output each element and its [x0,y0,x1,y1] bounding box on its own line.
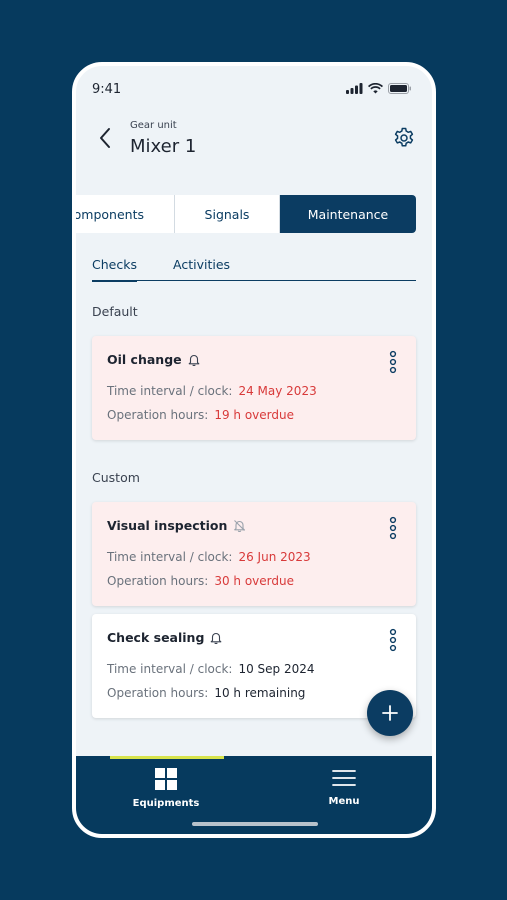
operation-hours-row: Operation hours: 19 h overdue [107,408,294,422]
subtab-activities[interactable]: Activities [173,257,230,272]
bell-icon [211,632,222,644]
gear-icon[interactable] [392,126,416,150]
operation-hours-row: Operation hours: 30 h overdue [107,574,294,588]
subtab-checks[interactable]: Checks [92,257,137,282]
battery-icon [388,83,411,94]
check-card-check-sealing[interactable]: Check sealing Time interval / clock: 10 … [92,614,416,718]
nav-menu[interactable]: Menu [284,768,404,807]
section-default-heading: Default [92,304,138,319]
bell-icon [188,354,199,366]
tab-signals[interactable]: Signals [175,195,280,233]
nav-menu-label: Menu [328,796,360,807]
status-bar: 9:41 [76,66,432,114]
more-options-icon[interactable] [388,516,398,540]
time-interval-value: 26 Jun 2023 [238,550,311,564]
bell-off-icon [234,520,246,532]
more-options-icon[interactable] [388,628,398,652]
check-card-oil-change[interactable]: Oil change Time interval / clock: 24 May… [92,336,416,440]
more-options-icon[interactable] [388,350,398,374]
active-nav-indicator [110,756,224,759]
check-title-row: Check sealing [107,630,222,645]
operation-hours-value: 19 h overdue [214,408,294,422]
time-interval-row: Time interval / clock: 26 Jun 2023 [107,550,311,564]
segment-tabs: omponents Signals Maintenance [76,195,416,233]
tab-components[interactable]: omponents [76,195,175,233]
phone-frame: 9:41 Gear unit Mixer 1 omponents Signals… [72,62,436,838]
time-interval-value: 24 May 2023 [238,384,317,398]
nav-equipments[interactable]: Equipments [106,768,226,809]
plus-icon [382,705,398,721]
section-custom-heading: Custom [92,470,140,485]
page-title: Mixer 1 [130,136,197,157]
operation-hours-value: 30 h overdue [214,574,294,588]
time-interval-value: 10 Sep 2024 [238,662,315,676]
time-interval-label: Time interval / clock: [107,662,233,676]
tab-maintenance[interactable]: Maintenance [280,195,416,233]
grid-icon [155,768,177,790]
operation-hours-label: Operation hours: [107,574,209,588]
operation-hours-value: 10 h remaining [214,686,306,700]
time-interval-label: Time interval / clock: [107,384,233,398]
check-title-row: Oil change [107,352,200,367]
time-interval-row: Time interval / clock: 24 May 2023 [107,384,317,398]
check-title: Check sealing [107,630,205,645]
time-interval-label: Time interval / clock: [107,550,233,564]
add-check-button[interactable] [367,690,413,736]
hamburger-icon [332,770,356,786]
back-arrow-icon[interactable] [96,126,116,150]
bottom-navigation: Equipments Menu [76,756,432,834]
check-card-visual-inspection[interactable]: Visual inspection Time interval / clock:… [92,502,416,606]
check-title: Visual inspection [107,518,228,533]
header: Gear unit Mixer 1 [76,114,432,174]
wifi-icon [368,83,383,94]
nav-equipments-label: Equipments [132,798,200,809]
status-icons [346,83,412,94]
check-title: Oil change [107,352,182,367]
signal-icon [346,83,363,94]
operation-hours-label: Operation hours: [107,686,209,700]
page-subtitle: Gear unit [130,120,177,131]
time-interval-row: Time interval / clock: 10 Sep 2024 [107,662,315,676]
operation-hours-row: Operation hours: 10 h remaining [107,686,305,700]
operation-hours-label: Operation hours: [107,408,209,422]
home-indicator [192,822,318,826]
status-time: 9:41 [92,82,122,97]
check-title-row: Visual inspection [107,518,246,533]
sub-tabs: Checks Activities [92,251,416,282]
